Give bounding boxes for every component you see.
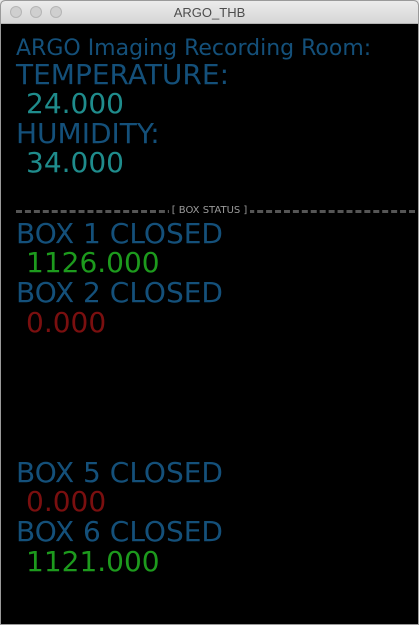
box-6-label: BOX 6 CLOSED (16, 515, 223, 548)
box-5-label: BOX 5 CLOSED (16, 456, 223, 489)
box-status-divider-label: [ BOX STATUS ] (1, 205, 418, 216)
humidity-value: 34.000 (26, 146, 124, 179)
box-1-label: BOX 1 CLOSED (16, 217, 223, 250)
title-bar[interactable]: ARGO_THB (1, 1, 418, 24)
app-window: ARGO_THB ARGO Imaging Recording Room: TE… (0, 0, 419, 625)
status-display: ARGO Imaging Recording Room: TEMPERATURE… (1, 24, 418, 624)
humidity-label: HUMIDITY: (16, 117, 160, 150)
temperature-label: TEMPERATURE: (16, 58, 230, 91)
box-5-value: 0.000 (26, 485, 107, 518)
room-heading: ARGO Imaging Recording Room: (16, 36, 372, 61)
temperature-value: 24.000 (26, 87, 124, 120)
box-2-value: 0.000 (26, 306, 107, 339)
box-2-label: BOX 2 CLOSED (16, 276, 223, 309)
window-title: ARGO_THB (173, 5, 246, 20)
box-1-value: 1126.000 (26, 246, 160, 279)
box-status-label: [ BOX STATUS ] (168, 205, 251, 216)
box-6-value: 1121.000 (26, 545, 160, 578)
